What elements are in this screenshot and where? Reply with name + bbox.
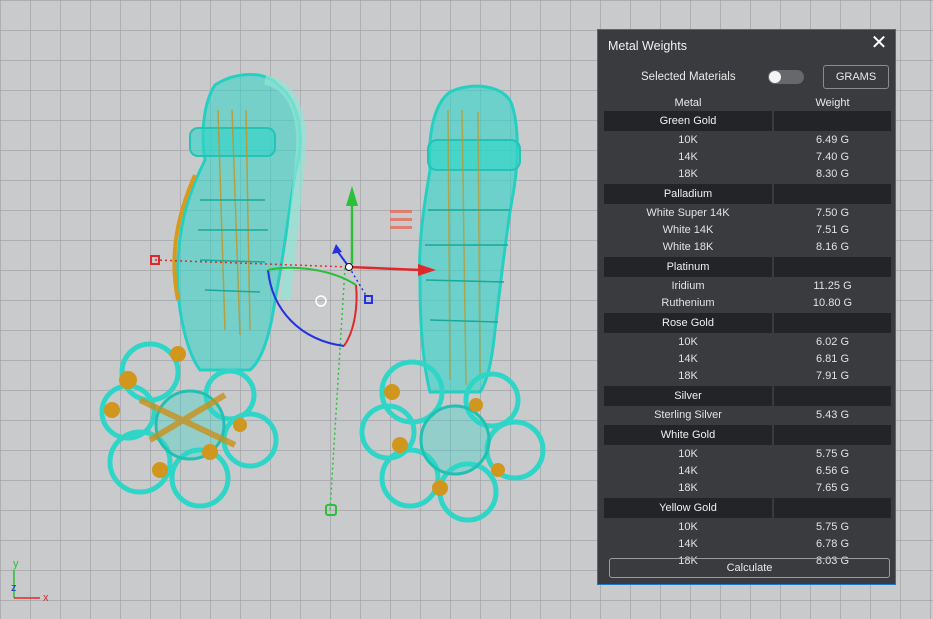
selected-materials-label: Selected Materials [641, 71, 736, 83]
metal-row: 18K 7.65 G [604, 480, 891, 497]
metal-group-weight-cell [774, 313, 891, 333]
axis-z-label: z [11, 582, 17, 594]
y-axis-dotted-line [329, 267, 346, 511]
close-icon[interactable]: ✕ [870, 33, 888, 53]
metal-row: White 14K 7.51 G [604, 222, 891, 239]
metal-group-name: Green Gold [604, 111, 772, 131]
panel-title: Metal Weights [608, 39, 687, 53]
metal-group-weight-cell [774, 425, 891, 445]
metal-group-name: Palladium [604, 184, 772, 204]
metal-row: 14K 6.78 G [604, 536, 891, 553]
metal-weight-cell: 6.49 G [815, 134, 850, 146]
x-axis-line [348, 265, 421, 272]
metal-group-row: Rose Gold [604, 313, 891, 333]
metal-name-cell: 10K [678, 134, 698, 146]
y-arrow-handle[interactable] [346, 186, 358, 206]
metal-weight-cell: 8.30 G [815, 168, 850, 180]
metal-weight-cell: 6.02 G [815, 336, 850, 348]
z-scale-handle[interactable] [364, 295, 373, 304]
metal-name-cell: White 14K [662, 224, 714, 236]
calculate-button[interactable]: Calculate [609, 558, 890, 578]
metal-weight-cell: 11.25 G [813, 280, 852, 292]
metal-name-cell: Ruthenium [661, 297, 715, 309]
metal-group-weight-cell [774, 184, 891, 204]
metal-group-row: Yellow Gold [604, 498, 891, 518]
x-rotation-arc[interactable] [343, 284, 358, 347]
metal-weight-cell: 6.56 G [815, 465, 850, 477]
gumball-origin[interactable] [345, 263, 353, 271]
metal-row: Sterling Silver 5.43 G [604, 407, 891, 424]
metal-group-row: White Gold [604, 425, 891, 445]
toggle-knob [769, 71, 781, 83]
metal-row: White Super 14K 7.50 G [604, 205, 891, 222]
world-axes-icon: y z x [11, 558, 49, 604]
metal-weights-panel: Metal Weights ✕ Selected Materials GRAMS… [597, 29, 896, 585]
metal-group-name: White Gold [604, 425, 772, 445]
z-arrow-handle[interactable] [332, 244, 342, 254]
metal-group-row: Palladium [604, 184, 891, 204]
metal-row: Iridium 11.25 G [604, 278, 891, 295]
metal-weight-cell: 7.40 G [815, 151, 850, 163]
metal-row: 18K 8.30 G [604, 166, 891, 183]
metal-row: 10K 6.49 G [604, 132, 891, 149]
metal-name-cell: 10K [678, 448, 698, 460]
metal-row: White 18K 8.16 G [604, 239, 891, 256]
metal-weight-cell: 6.81 G [815, 353, 850, 365]
metal-name-cell: White 18K [662, 241, 714, 253]
metal-name-cell: Sterling Silver [654, 409, 722, 421]
metal-row: 14K 6.56 G [604, 463, 891, 480]
metal-name-cell: 14K [678, 353, 698, 365]
metal-group-name: Yellow Gold [604, 498, 772, 518]
metal-weight-cell: 7.65 G [815, 482, 850, 494]
metal-group-row: Platinum [604, 257, 891, 277]
metal-weight-cell: 8.16 G [815, 241, 850, 253]
metal-row: 14K 7.40 G [604, 149, 891, 166]
metal-row: 18K 7.91 G [604, 368, 891, 385]
metal-group-name: Silver [604, 386, 772, 406]
metal-group-weight-cell [774, 111, 891, 131]
metal-group-weight-cell [774, 257, 891, 277]
metal-group-row: Green Gold [604, 111, 891, 131]
metal-weight-cell: 7.91 G [815, 370, 850, 382]
axis-x-label: x [43, 592, 49, 604]
metal-weight-cell: 10.80 G [812, 297, 853, 309]
metal-column-header: Metal [674, 97, 702, 109]
right-pendant-model[interactable] [359, 84, 546, 523]
weight-column-header: Weight [815, 97, 850, 109]
metal-row: Ruthenium 10.80 G [604, 295, 891, 312]
metal-name-cell: 10K [678, 521, 698, 533]
metal-group-name: Rose Gold [604, 313, 772, 333]
metal-name-cell: 10K [678, 336, 698, 348]
units-button[interactable]: GRAMS [823, 65, 889, 89]
y-scale-handle[interactable] [325, 504, 337, 516]
metal-weight-cell: 5.43 G [815, 409, 850, 421]
metal-name-cell: 14K [678, 538, 698, 550]
metal-name-cell: 18K [678, 370, 698, 382]
metal-name-cell: White Super 14K [646, 207, 730, 219]
metal-name-cell: 18K [678, 482, 698, 494]
metal-row: 10K 6.02 G [604, 334, 891, 351]
metal-group-weight-cell [774, 386, 891, 406]
axis-y-label: y [13, 558, 19, 570]
metal-row: 14K 6.81 G [604, 351, 891, 368]
metal-weight-cell: 5.75 G [815, 521, 850, 533]
metal-row: 10K 5.75 G [604, 519, 891, 536]
metal-weight-cell: 6.78 G [815, 538, 850, 550]
metal-name-cell: Iridium [671, 280, 705, 292]
metal-row: 10K 5.75 G [604, 446, 891, 463]
metal-group-row: Silver [604, 386, 891, 406]
free-move-handle[interactable] [315, 295, 327, 307]
metal-weight-cell: 7.51 G [815, 224, 850, 236]
metal-name-cell: 18K [678, 168, 698, 180]
metal-weight-cell: 7.50 G [815, 207, 850, 219]
metal-name-cell: 14K [678, 151, 698, 163]
metal-group-weight-cell [774, 498, 891, 518]
metal-weights-table: Green Gold 10K 6.49 G 14K 7.40 G 18K 8.30 G Pal… [604, 110, 891, 570]
selected-materials-toggle[interactable] [768, 70, 804, 84]
metal-name-cell: 14K [678, 465, 698, 477]
metal-weight-cell: 5.75 G [815, 448, 850, 460]
metal-group-name: Platinum [604, 257, 772, 277]
